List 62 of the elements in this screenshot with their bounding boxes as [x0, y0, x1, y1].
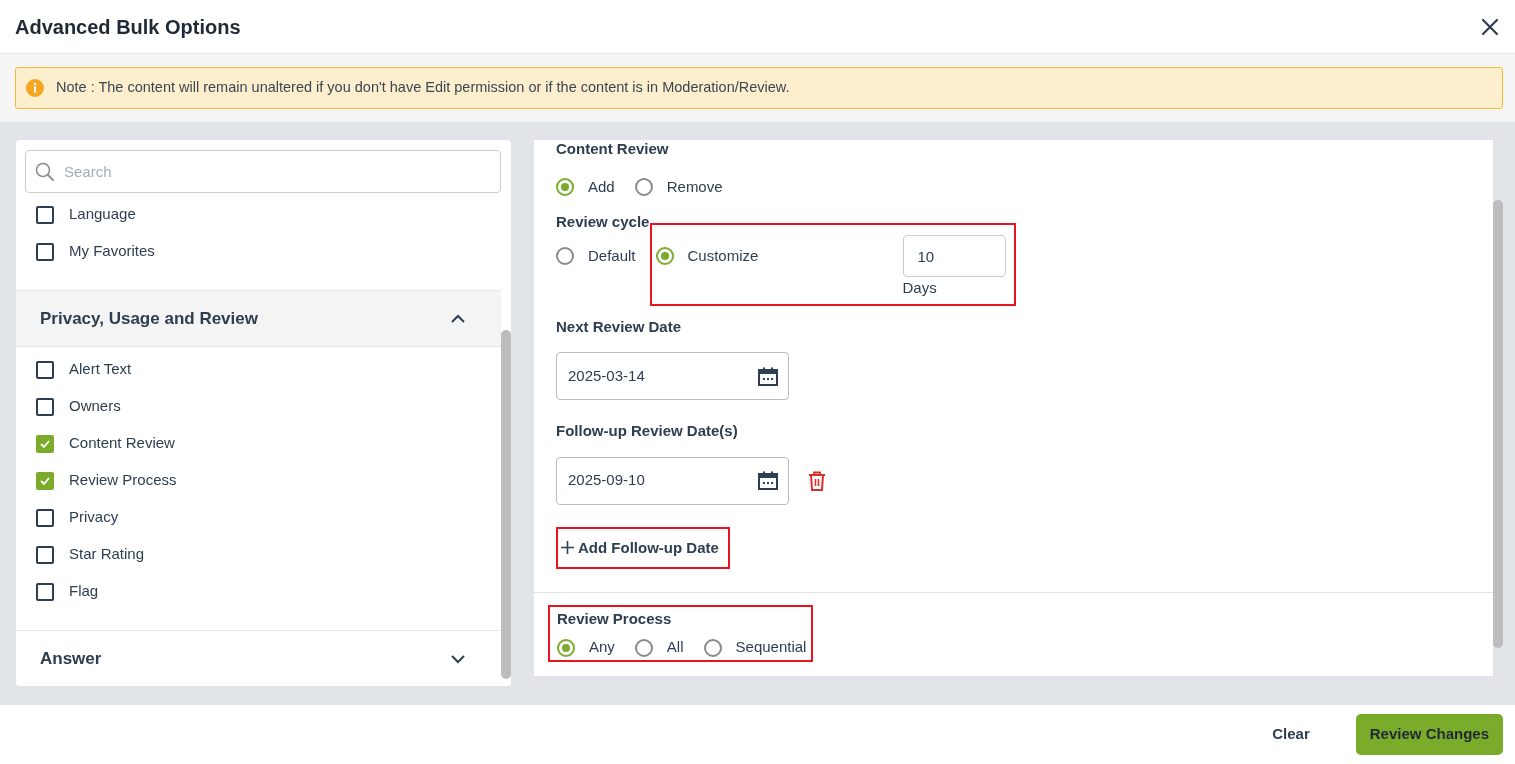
checkbox[interactable]	[36, 471, 54, 490]
radio-label: Any	[589, 638, 615, 657]
checkbox-label: My Favorites	[69, 241, 155, 262]
trash-icon	[808, 470, 826, 491]
close-icon	[1481, 17, 1499, 36]
checkbox-label: Content Review	[69, 433, 175, 454]
date-field[interactable]: 2025-03-14	[556, 352, 789, 400]
checkbox-label: Owners	[69, 396, 121, 417]
plus-icon	[561, 541, 574, 555]
checkbox[interactable]	[36, 545, 54, 564]
radio-label: Remove	[666, 177, 723, 197]
checkbox-label: Review Process	[69, 470, 177, 491]
note-text: Note : The content will remain unaltered if you don't have Edit permission or if the content is in Moderation/Review.	[56, 78, 790, 98]
section-title: Review cycle	[556, 211, 651, 232]
chevron-up-icon	[451, 313, 465, 324]
add-date-link[interactable]: Add Follow-up Date	[561, 536, 719, 559]
checkbox[interactable]	[36, 205, 54, 224]
checkbox-label: Privacy	[69, 507, 119, 528]
dialog-title: Advanced Bulk Options	[15, 14, 241, 39]
field-label: Next Review Date	[556, 316, 683, 337]
unit-label: Days	[902, 278, 938, 298]
date-field[interactable]: 2025-09-10	[556, 456, 789, 505]
info-icon	[26, 79, 44, 97]
checkbox[interactable]	[36, 434, 54, 453]
checkbox[interactable]	[36, 360, 54, 379]
section-title: Review Process	[557, 609, 673, 629]
clear-button[interactable]: Clear	[1260, 717, 1322, 752]
radio-button[interactable]	[703, 638, 722, 657]
chevron-down-icon	[451, 654, 465, 664]
section-header[interactable]: Answer	[16, 630, 501, 686]
close-button[interactable]	[1481, 17, 1499, 36]
checkbox[interactable]	[36, 242, 54, 261]
delete-button[interactable]	[808, 470, 826, 491]
field-label: Follow-up Review Date(s)	[556, 421, 739, 441]
days-field[interactable]: 10	[902, 235, 1006, 277]
checkbox[interactable]	[36, 508, 54, 527]
radio-label: Add	[588, 177, 615, 197]
checkbox-label: Flag	[69, 581, 99, 602]
radio-button[interactable]	[655, 247, 674, 266]
scrollbar-thumb[interactable]	[501, 330, 511, 679]
radio-label: Sequential	[735, 638, 807, 657]
radio-button[interactable]	[634, 178, 653, 197]
radio-button[interactable]	[556, 247, 574, 266]
section-header[interactable]: Privacy, Usage and Review	[16, 290, 501, 347]
radio-label: Default	[588, 246, 636, 266]
search-icon	[35, 162, 54, 181]
search-field[interactable]: Search	[25, 150, 501, 193]
calendar-icon	[758, 471, 778, 490]
checkbox-label: Language	[69, 204, 136, 225]
checkbox[interactable]	[36, 582, 54, 601]
checkbox-label: Star Rating	[69, 544, 145, 565]
checkbox-label: Alert Text	[69, 359, 132, 380]
calendar-icon	[758, 366, 778, 386]
radio-button[interactable]	[634, 638, 653, 657]
radio-label: Customize	[687, 246, 759, 266]
radio-label: All	[666, 638, 684, 657]
section-title: Content Review	[556, 140, 670, 158]
checkbox[interactable]	[36, 397, 54, 416]
review-changes-button[interactable]: Review Changes	[1355, 714, 1503, 755]
scrollbar-thumb[interactable]	[1493, 200, 1503, 648]
radio-button[interactable]	[557, 638, 575, 657]
radio-button[interactable]	[556, 178, 574, 197]
